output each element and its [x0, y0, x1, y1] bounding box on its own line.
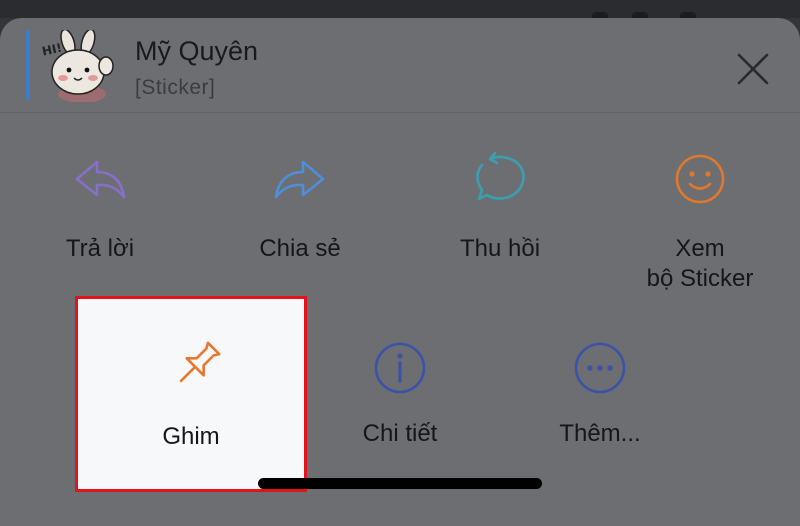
share-button[interactable]: Chia sẻ [200, 148, 400, 318]
smiley-face-icon [675, 154, 725, 204]
more-label: Thêm... [559, 420, 641, 447]
details-button[interactable]: Chi tiết [300, 318, 500, 468]
view-sticker-set-label: Xem bộ Sticker [646, 235, 754, 292]
sticker-thumbnail: HI! [41, 30, 114, 102]
message-type: [Sticker] [135, 76, 216, 99]
view-sticker-set-button[interactable]: Xem bộ Sticker [600, 148, 800, 318]
more-dots-icon [574, 342, 626, 394]
reply-button[interactable]: Trả lời [0, 148, 200, 318]
recall-button[interactable]: Thu hồi [400, 148, 600, 318]
home-indicator[interactable] [258, 478, 542, 489]
share-arrow-icon [274, 160, 325, 199]
pin-icon [179, 341, 221, 383]
info-circle-icon [374, 342, 426, 394]
share-label: Chia sẻ [259, 235, 341, 262]
quote-accent-bar [26, 30, 30, 100]
recall-bubble-icon [476, 152, 525, 201]
pin-button[interactable]: Ghim [75, 296, 307, 492]
recall-label: Thu hồi [459, 235, 541, 262]
message-action-sheet: HI! Mỹ Quyên [Sticker] Trả lời Chia sẻ T… [0, 18, 800, 526]
reply-arrow-icon [75, 160, 126, 199]
details-label: Chi tiết [362, 420, 438, 447]
pin-label: Ghim [162, 423, 220, 450]
sender-name: Mỹ Quyên [135, 36, 259, 66]
close-icon[interactable] [730, 46, 776, 92]
message-preview-header: HI! Mỹ Quyên [Sticker] [0, 18, 800, 113]
reply-label: Trả lời [65, 235, 135, 262]
status-bar [0, 0, 800, 20]
more-button[interactable]: Thêm... [500, 318, 700, 468]
